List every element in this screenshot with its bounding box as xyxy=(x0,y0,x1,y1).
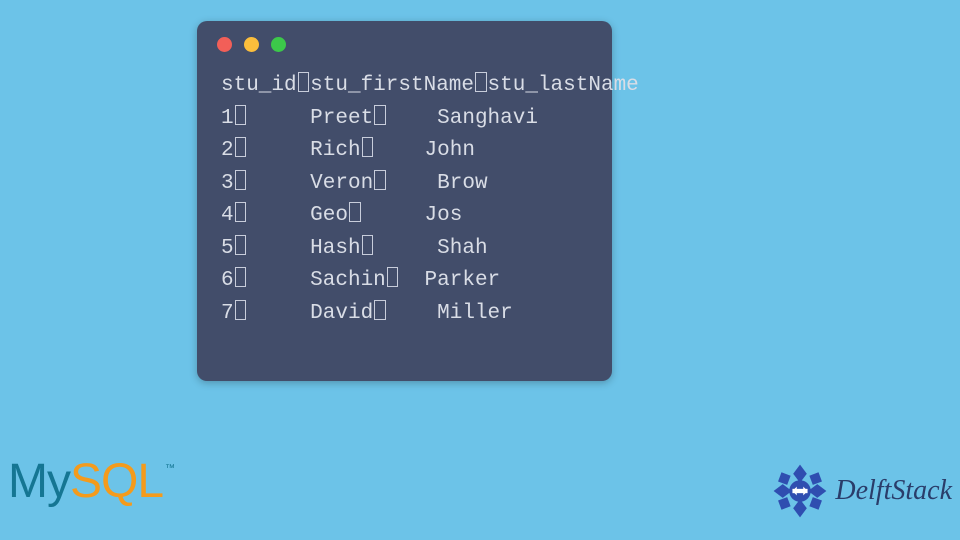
mysql-logo: MySQL™ xyxy=(8,454,172,518)
mysql-logo-sql: SQL xyxy=(70,455,163,508)
delftstack-icon xyxy=(773,464,827,518)
mysql-logo-tm: ™ xyxy=(165,463,174,474)
mysql-logo-my: My xyxy=(8,455,70,508)
terminal-output: stu_idstu_firstNamestu_lastName 1 Preet … xyxy=(197,70,612,350)
terminal-window: stu_idstu_firstNamestu_lastName 1 Preet … xyxy=(197,21,612,381)
minimize-icon[interactable] xyxy=(244,37,259,52)
window-controls xyxy=(197,37,612,52)
close-icon[interactable] xyxy=(217,37,232,52)
maximize-icon[interactable] xyxy=(271,37,286,52)
delftstack-label: DelftStack xyxy=(835,475,952,507)
delftstack-logo: DelftStack xyxy=(773,464,952,518)
